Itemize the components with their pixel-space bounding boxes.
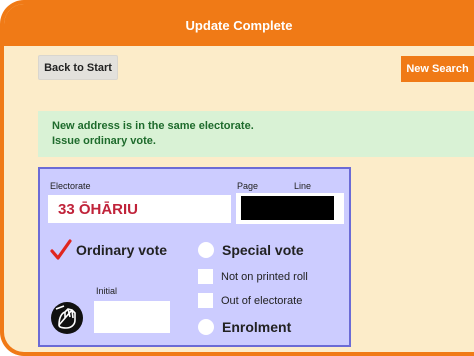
out-of-electorate-label: Out of electorate: [221, 294, 303, 307]
line-label: Line: [294, 181, 312, 191]
out-of-electorate-checkbox[interactable]: [198, 293, 213, 308]
voter-card: Electorate 33 ŌHĀRIU Page Line Ordinary …: [38, 167, 351, 347]
special-vote-radio[interactable]: [198, 242, 214, 258]
electorate-label: Electorate: [50, 181, 91, 191]
title-bar: Update Complete: [4, 4, 474, 46]
not-on-printed-roll-checkbox[interactable]: [198, 269, 213, 284]
new-search-button[interactable]: New Search: [401, 56, 474, 82]
electorate-value: 33 ŌHĀRIU: [48, 195, 231, 223]
out-of-electorate-option[interactable]: Out of electorate: [198, 293, 302, 308]
not-on-printed-roll-option[interactable]: Not on printed roll: [198, 269, 308, 284]
special-vote-option[interactable]: Special vote: [198, 242, 304, 258]
notice-line-2: Issue ordinary vote.: [52, 135, 156, 147]
ordinary-vote-label: Ordinary vote: [76, 242, 168, 258]
enrolment-option[interactable]: Enrolment: [198, 319, 291, 335]
status-notice: New address is in the same electorate. I…: [38, 111, 474, 157]
enrolment-label: Enrolment: [222, 319, 292, 335]
app-frame: Update Complete Back to Start New Search…: [0, 0, 474, 356]
hand-sign-icon: [51, 302, 83, 334]
back-to-start-button[interactable]: Back to Start: [38, 55, 118, 80]
redacted-page-line: [241, 196, 334, 220]
initial-input[interactable]: [94, 301, 170, 333]
ordinary-vote-option[interactable]: Ordinary vote: [50, 239, 167, 261]
check-icon: [50, 239, 72, 260]
page-label: Page: [237, 181, 259, 191]
enrolment-radio[interactable]: [198, 319, 214, 335]
notice-line-1: New address is in the same electorate.: [52, 120, 254, 132]
initial-label: Initial: [96, 286, 118, 296]
page-title: Update Complete: [185, 17, 293, 33]
not-on-printed-roll-label: Not on printed roll: [221, 270, 308, 283]
special-vote-label: Special vote: [222, 242, 304, 258]
